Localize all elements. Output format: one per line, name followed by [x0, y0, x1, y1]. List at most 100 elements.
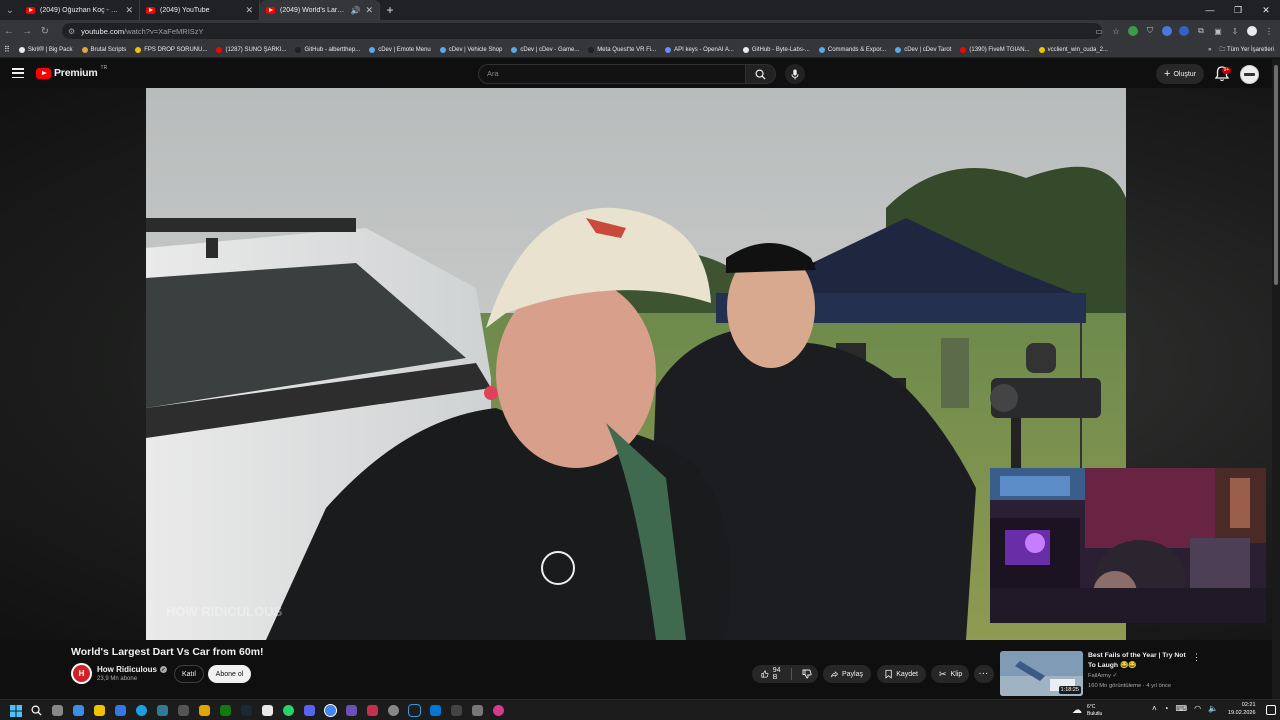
bookmark-item[interactable]: cDev | cDev Tarot: [895, 46, 951, 53]
browser-tab-2[interactable]: (2049) YouTube ✕: [140, 0, 260, 20]
cast-icon[interactable]: ▭: [1094, 26, 1104, 36]
address-bar[interactable]: ⚙ youtube.com/watch?v=XaFeMRISzY: [62, 23, 1102, 39]
bookmark-item[interactable]: Skril® | Big Pack: [18, 46, 73, 53]
terminal-icon[interactable]: [451, 705, 462, 716]
store-icon[interactable]: [178, 705, 189, 716]
vscode-icon[interactable]: [430, 705, 441, 716]
bookmark-item[interactable]: GitHub - albertthep...: [295, 46, 360, 53]
apps-grid-icon[interactable]: ⠿: [4, 45, 10, 54]
app-grey-icon[interactable]: [472, 705, 483, 716]
recommendation-kebab-icon[interactable]: ⋮: [1192, 652, 1201, 663]
share-button[interactable]: Paylaş: [823, 665, 871, 683]
extension-box-icon[interactable]: ▣: [1213, 26, 1223, 36]
close-tab-icon[interactable]: ✕: [125, 5, 133, 16]
channel-name-link[interactable]: How Ridiculous ✓: [97, 665, 167, 674]
minimize-icon[interactable]: —: [1196, 0, 1224, 20]
discord-icon[interactable]: [304, 705, 315, 716]
new-tab-button[interactable]: +: [380, 0, 400, 20]
bookmark-item[interactable]: (1287) SUNO ŞARKI...: [216, 46, 286, 53]
reload-icon[interactable]: ↻: [36, 20, 54, 42]
tab-search-button[interactable]: ⌄: [0, 0, 20, 20]
restore-icon[interactable]: ❐: [1224, 0, 1252, 20]
widgets-icon[interactable]: [73, 705, 84, 716]
bookmark-item[interactable]: cDev | Emote Menu: [369, 46, 431, 53]
bookmark-item[interactable]: Brutal Scripts: [81, 46, 126, 53]
site-info-icon[interactable]: ⚙: [68, 27, 75, 36]
kebab-menu-icon[interactable]: ⋮: [1264, 26, 1274, 36]
dislike-button[interactable]: [796, 669, 818, 679]
channel-avatar[interactable]: H: [71, 663, 92, 684]
recommendation-title[interactable]: Best Fails of the Year | Try Not To Laug…: [1088, 651, 1188, 670]
all-bookmarks-folder[interactable]: 🗀 Tüm Yer İşaretleri: [1219, 45, 1274, 55]
speaker-icon[interactable]: 🔊: [350, 6, 360, 15]
bookmark-item[interactable]: GitHub - Byte-Labs-...: [742, 46, 810, 53]
settings-gear-icon[interactable]: [388, 705, 399, 716]
file-explorer-icon[interactable]: [94, 705, 105, 716]
app-tray-icon[interactable]: ◔: [1164, 704, 1169, 713]
clip-button[interactable]: ✂ Klip: [931, 665, 969, 683]
app-white-icon[interactable]: [262, 705, 273, 716]
like-button[interactable]: 94 B: [752, 667, 792, 681]
volume-icon[interactable]: 🔈: [1208, 704, 1218, 713]
app-dark-icon[interactable]: [408, 704, 421, 717]
profile-icon[interactable]: [1247, 26, 1257, 36]
recommendation-channel[interactable]: FailArmy ✓: [1088, 673, 1117, 679]
back-icon[interactable]: ←: [0, 20, 18, 42]
chevron-double-right-icon[interactable]: »: [1208, 47, 1211, 53]
extension-blue-icon[interactable]: [1162, 26, 1172, 36]
hamburger-menu-icon[interactable]: [12, 68, 24, 78]
close-tab-icon[interactable]: ✕: [365, 5, 373, 16]
browser-tab-1[interactable]: (2049) Oğuzhan Koç - Domuz ✕: [20, 0, 140, 20]
browser-tab-3-active[interactable]: (2049) World's Largest Dart 🔊 ✕: [260, 0, 380, 20]
account-avatar[interactable]: [1240, 65, 1259, 84]
voice-search-button[interactable]: [785, 64, 805, 84]
scrollbar-thumb[interactable]: [1274, 65, 1278, 285]
youtube-logo[interactable]: Premium TR: [36, 65, 107, 79]
join-button[interactable]: Katıl: [174, 665, 204, 683]
notification-center-icon[interactable]: [1266, 705, 1276, 715]
extension-puzzle-icon[interactable]: ⧉: [1196, 26, 1206, 36]
search-button[interactable]: [746, 64, 776, 84]
app-yellow-icon[interactable]: [199, 705, 210, 716]
bookmark-item[interactable]: Meta Quest'te VR Fi...: [588, 46, 656, 53]
language-icon[interactable]: ⌨: [1176, 704, 1188, 713]
app-purple-icon[interactable]: [346, 705, 357, 716]
bookmark-item[interactable]: API keys - OpenAI A...: [665, 46, 734, 53]
bookmark-item[interactable]: vcclient_win_cuda_2...: [1038, 46, 1108, 53]
forward-icon[interactable]: →: [18, 20, 36, 42]
wifi-icon[interactable]: ◠: [1194, 704, 1201, 713]
edge-browser-icon[interactable]: [136, 705, 147, 716]
chrome-icon[interactable]: [324, 704, 337, 717]
xbox-icon[interactable]: [220, 705, 231, 716]
shield-icon[interactable]: ⛉: [1145, 26, 1155, 36]
more-actions-button[interactable]: ···: [974, 665, 994, 683]
search-icon[interactable]: [29, 703, 44, 718]
video-player[interactable]: HOW RIDICULOUS: [146, 88, 1126, 640]
steam-icon[interactable]: [241, 705, 252, 716]
bookmark-item[interactable]: Commands & Expor...: [818, 46, 886, 53]
close-window-icon[interactable]: ✕: [1252, 0, 1280, 20]
recommendation-thumbnail[interactable]: 1:18:25: [1000, 651, 1083, 696]
close-tab-icon[interactable]: ✕: [245, 5, 253, 16]
windows-start-icon[interactable]: [8, 703, 23, 718]
bookmark-item[interactable]: cDev | cDev - Game...: [511, 46, 579, 53]
whatsapp-icon[interactable]: [283, 705, 294, 716]
mail-icon[interactable]: [115, 705, 126, 716]
bookmark-star-icon[interactable]: ☆: [1111, 26, 1121, 36]
task-view-icon[interactable]: [52, 705, 63, 716]
bookmark-item[interactable]: FPS DROP SORUNU...: [135, 46, 207, 53]
app-red-icon[interactable]: [367, 705, 378, 716]
extension-blue2-icon[interactable]: [1179, 26, 1189, 36]
taskbar-clock[interactable]: 02:21 19.02.2026: [1228, 701, 1256, 717]
extension-green-icon[interactable]: [1128, 26, 1138, 36]
subscribe-button[interactable]: Abone ol: [208, 665, 251, 683]
app-pink-icon[interactable]: [493, 705, 504, 716]
search-input[interactable]: Ara: [478, 64, 746, 84]
create-button[interactable]: + Oluştur: [1156, 64, 1204, 84]
download-icon[interactable]: ⇩: [1230, 26, 1240, 36]
save-button[interactable]: Kaydet: [877, 665, 926, 683]
calendar-icon[interactable]: [157, 705, 168, 716]
bookmark-item[interactable]: cDev | Vehicle Shop: [439, 46, 502, 53]
bookmark-item[interactable]: (1390) FiveM TGIAN...: [960, 46, 1030, 53]
weather-widget[interactable]: ☁ 6°C Bulutlu: [1072, 701, 1142, 720]
